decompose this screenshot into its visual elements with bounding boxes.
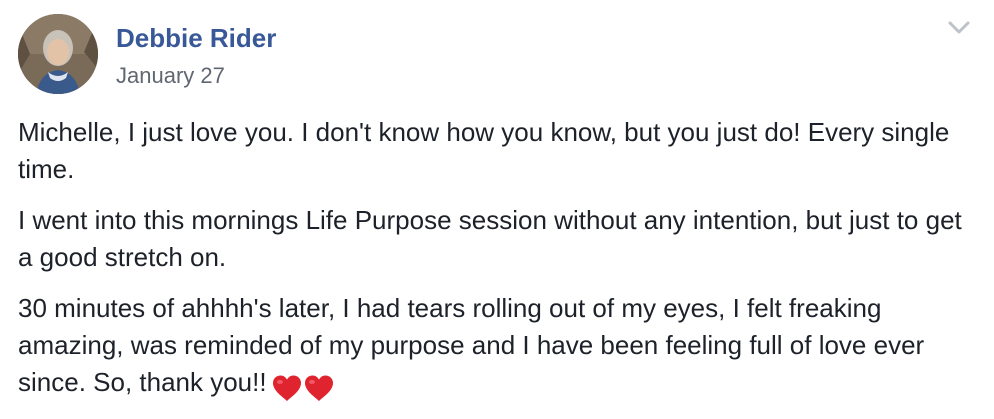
heart-icon (303, 374, 335, 402)
post-paragraph: 30 minutes of ahhhh's later, I had tears… (18, 290, 978, 405)
post-card: Debbie Rider January 27 Michelle, I just… (0, 0, 994, 416)
post-body: Michelle, I just love you. I don't know … (18, 114, 978, 419)
chevron-down-icon[interactable] (944, 16, 974, 38)
post-paragraph: I went into this mornings Life Purpose s… (18, 205, 962, 272)
post-timestamp[interactable]: January 27 (116, 62, 225, 90)
heart-icon (271, 374, 303, 402)
post-paragraph-text: 30 minutes of ahhhh's later, I had tears… (18, 293, 925, 397)
author-name[interactable]: Debbie Rider (116, 22, 276, 54)
emoji-group (271, 368, 335, 405)
post-paragraph: Michelle, I just love you. I don't know … (18, 117, 950, 184)
avatar[interactable] (18, 14, 98, 94)
avatar-photo (18, 14, 98, 94)
